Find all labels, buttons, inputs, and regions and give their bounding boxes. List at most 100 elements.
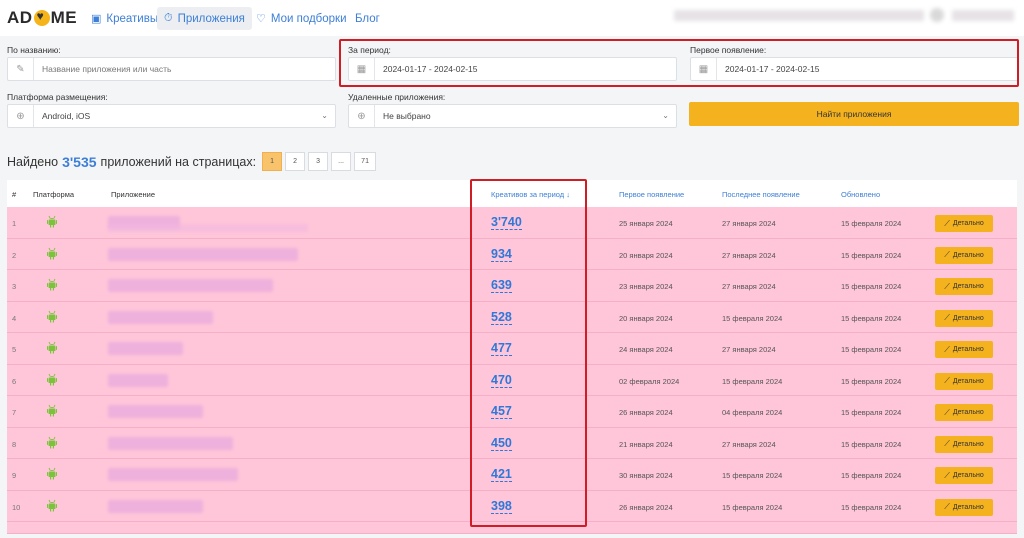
details-button[interactable]: ⟋ Детально [935, 278, 993, 295]
page-button-1[interactable]: 1 [262, 152, 283, 171]
details-button[interactable]: ⟋ Детально [935, 467, 993, 484]
deleted-apps-select[interactable]: ⊕ Не выбрано ⌄ [348, 104, 677, 128]
updated-date: 15 февраля 2024 [841, 250, 902, 260]
row-number: 6 [12, 376, 17, 386]
blurred-account-info [674, 10, 924, 21]
details-button[interactable]: ⟋ Детально [935, 372, 993, 390]
details-button[interactable]: ⟋ Детально [935, 435, 993, 453]
last-appearance-date: 27 января 2024 [722, 282, 776, 291]
blurred-app-name[interactable] [108, 342, 183, 355]
details-label: Детально [952, 377, 984, 385]
col-header-first-appearance[interactable]: Первое появление [619, 190, 684, 199]
first-appearance-date: 24 января 2024 [619, 345, 673, 354]
blurred-app-name[interactable] [108, 373, 168, 387]
row-number: 5 [12, 345, 17, 354]
target-icon: ⊕ [8, 105, 34, 127]
blurred-app-name[interactable] [108, 310, 213, 324]
android-icon [47, 278, 57, 291]
nav-blog[interactable]: Блог [348, 7, 387, 30]
updated-date: 15 февраля 2024 [841, 282, 902, 291]
blurred-app-name[interactable] [108, 468, 238, 481]
results-suffix: приложений на страницах: [100, 154, 257, 169]
details-label: Детально [952, 283, 984, 290]
first-appearance-date: 26 января 2024 [619, 502, 673, 512]
details-label: Детально [952, 472, 984, 479]
details-button[interactable]: ⟋ Детально [935, 404, 993, 421]
chart-icon: ⟋ [944, 281, 950, 291]
last-appearance-date: 04 февраля 2024 [722, 408, 783, 417]
avatar[interactable] [930, 8, 944, 22]
page-button-2[interactable]: 2 [285, 152, 306, 171]
last-appearance-date: 15 февраля 2024 [722, 313, 783, 323]
details-label: Детально [952, 409, 984, 416]
row-number: 10 [12, 502, 21, 512]
details-button[interactable]: ⟋ Детально [935, 309, 993, 327]
row-number: 4 [12, 313, 17, 323]
results-prefix: Найдено [7, 154, 59, 169]
chart-icon: ⟋ [944, 376, 950, 385]
nav-creatives[interactable]: ▣ Креативы [84, 7, 165, 30]
results-count: 3'535 [62, 153, 97, 170]
blurred-app-name[interactable] [108, 247, 298, 261]
first-appearance-date: 20 января 2024 [619, 313, 673, 323]
adheart-logo[interactable]: ADME [7, 8, 77, 28]
updated-date: 15 февраля 2024 [841, 471, 902, 480]
blurred-app-name[interactable] [108, 279, 273, 292]
blurred-app-name[interactable] [108, 499, 203, 513]
android-icon [47, 341, 57, 354]
nav-blog-label: Блог [355, 12, 380, 25]
platform-select[interactable]: ⊕ Android, iOS ⌄ [7, 104, 336, 128]
row-number: 7 [12, 408, 17, 417]
details-button[interactable]: ⟋ Детально [935, 341, 993, 358]
col-header-platform[interactable]: Платформа [33, 190, 74, 199]
heart-outline-icon: ♡ [256, 13, 266, 25]
nav-my-collections[interactable]: ♡ Мои подборки [249, 7, 354, 30]
heart-logo-icon [33, 9, 50, 26]
top-navigation-bar: ADME ▣ Креативы ⏱ Приложения ♡ Мои подбо… [0, 0, 1024, 36]
details-button[interactable]: ⟋ Детально [935, 498, 993, 516]
nav-creatives-label: Креативы [106, 12, 159, 25]
platform-select-value: Android, iOS [42, 111, 91, 121]
chart-icon: ⟋ [944, 344, 950, 354]
chart-icon: ⟋ [944, 439, 950, 448]
first-appearance-date: 20 января 2024 [619, 250, 673, 260]
page-button-3[interactable]: 3 [308, 152, 329, 171]
col-header-last-appearance[interactable]: Последнее появление [722, 190, 800, 199]
chart-icon: ⟋ [944, 250, 950, 259]
col-header-number: # [12, 190, 17, 199]
android-icon [47, 247, 57, 260]
col-header-app[interactable]: Приложение [111, 190, 155, 199]
col-header-updated[interactable]: Обновлено [841, 190, 880, 199]
chart-icon: ⟋ [944, 218, 950, 228]
app-name-input[interactable]: ✎ Название приложения или часть [7, 57, 336, 81]
first-appearance-date: 23 января 2024 [619, 282, 673, 291]
deleted-apps-label: Удаленные приложения: [348, 92, 446, 102]
page-button-last[interactable]: 71 [354, 152, 377, 171]
row-number: 3 [12, 282, 17, 291]
details-button[interactable]: ⟋ Детально [935, 215, 993, 232]
details-label: Детально [952, 346, 984, 353]
deleted-apps-select-value: Не выбрано [383, 111, 431, 121]
updated-date: 15 февраля 2024 [841, 408, 902, 417]
find-apps-button[interactable]: Найти приложения [689, 102, 1019, 126]
blurred-app-name[interactable] [108, 436, 233, 450]
chart-icon: ⟋ [944, 313, 950, 322]
android-icon [47, 373, 57, 386]
details-label: Детально [952, 314, 984, 322]
blurred-app-name[interactable] [108, 405, 203, 418]
updated-date: 15 февраля 2024 [841, 345, 902, 354]
updated-date: 15 февраля 2024 [841, 502, 902, 512]
timer-icon: ⏱ [164, 12, 173, 24]
row-number: 1 [12, 219, 17, 228]
target-icon: ⊕ [349, 105, 375, 127]
last-appearance-date: 27 января 2024 [722, 250, 776, 260]
name-filter-label: По названию: [7, 45, 61, 55]
annotation-highlight-filters [339, 39, 1019, 87]
chart-icon: ⟋ [944, 407, 950, 417]
row-number: 9 [12, 471, 17, 480]
chevron-down-icon: ⌄ [662, 111, 669, 120]
details-button[interactable]: ⟋ Детально [935, 246, 993, 264]
last-appearance-date: 15 февраля 2024 [722, 502, 783, 512]
details-label: Детально [952, 440, 984, 448]
nav-applications[interactable]: ⏱ Приложения [157, 7, 252, 30]
